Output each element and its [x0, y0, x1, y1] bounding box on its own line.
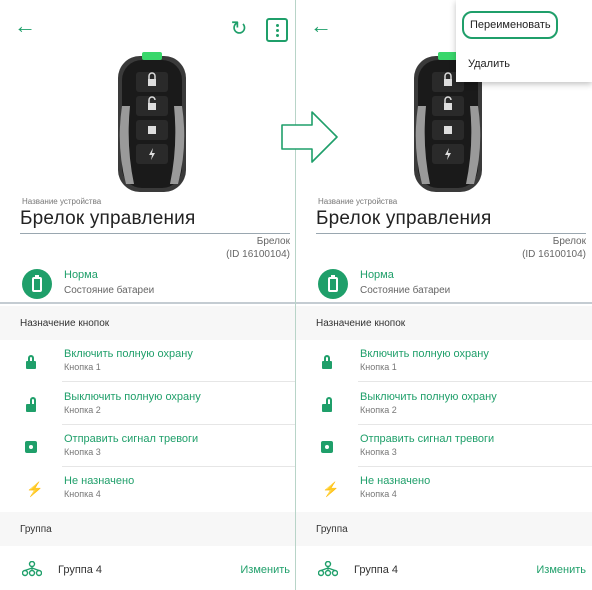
- group-section-header: Группа: [0, 512, 296, 546]
- edit-group-button[interactable]: Изменить: [536, 564, 586, 576]
- group-name: Группа 4: [354, 564, 399, 576]
- group-icon: [22, 561, 42, 577]
- back-arrow-icon[interactable]: ←: [14, 14, 42, 38]
- button-action-title: Выключить полную охрану: [64, 391, 201, 403]
- button-assignment-row[interactable]: ⚡ Не назначено Кнопка 4: [296, 467, 592, 509]
- device-name-field[interactable]: Брелок управления: [316, 208, 491, 230]
- battery-label: Состояние батареи: [360, 285, 451, 296]
- button-assignment-row[interactable]: Отправить сигнал тревоги Кнопка 3: [0, 425, 296, 467]
- more-menu-button[interactable]: [266, 18, 288, 42]
- device-name-caption: Название устройства: [318, 197, 398, 206]
- more-dot: [275, 33, 279, 37]
- name-underline: [20, 233, 290, 234]
- overflow-menu: Переименовать Удалить: [456, 0, 592, 82]
- lock-open-icon: [24, 397, 38, 413]
- button-assignment-row[interactable]: ⚡ Не назначено Кнопка 4: [0, 467, 296, 509]
- device-model: Брелок: [552, 236, 586, 247]
- button-action-title: Не назначено: [64, 475, 135, 487]
- divider: [0, 302, 296, 304]
- button-action-title: Отправить сигнал тревоги: [360, 433, 495, 445]
- lock-closed-icon: [24, 354, 38, 370]
- more-dot: [275, 23, 279, 27]
- button-number: Кнопка 3: [360, 447, 397, 457]
- divider: [296, 302, 592, 304]
- rename-menu-item[interactable]: Переименовать: [462, 11, 558, 39]
- device-name-caption: Название устройства: [22, 197, 102, 206]
- name-underline: [316, 233, 586, 234]
- button-number: Кнопка 4: [360, 489, 397, 499]
- arrow-right-outline-icon: [281, 111, 338, 163]
- button-action-title: Включить полную охрану: [360, 348, 489, 360]
- buttons-section-header: Назначение кнопок: [0, 306, 296, 340]
- row-divider: [62, 381, 296, 382]
- more-dot: [275, 28, 279, 32]
- button-number: Кнопка 3: [64, 447, 101, 457]
- group-icon: [318, 561, 338, 577]
- button-assignment-row[interactable]: Выключить полную охрану Кнопка 2: [296, 383, 592, 425]
- bolt-icon: ⚡: [322, 481, 340, 497]
- button-action-title: Включить полную охрану: [64, 348, 193, 360]
- battery-icon: [318, 269, 348, 299]
- screen-before: ← ↻ Название устройства Брелок управлени…: [0, 0, 296, 590]
- device-id: (ID 16100104): [522, 249, 586, 260]
- button-action-title: Не назначено: [360, 475, 431, 487]
- key-fob-image: [118, 52, 186, 192]
- lock-closed-icon: [320, 354, 334, 370]
- edit-group-button[interactable]: Изменить: [240, 564, 290, 576]
- group-row: Группа 4 Изменить: [0, 554, 296, 584]
- bolt-icon: ⚡: [26, 481, 44, 497]
- button-assignment-row[interactable]: Включить полную охрану Кнопка 1: [296, 340, 592, 382]
- alarm-icon: [320, 439, 334, 455]
- row-divider: [358, 381, 592, 382]
- back-arrow-icon[interactable]: ←: [310, 14, 338, 38]
- refresh-icon[interactable]: ↻: [228, 18, 250, 40]
- buttons-section-header: Назначение кнопок: [296, 306, 592, 340]
- button-assignment-row[interactable]: Выключить полную охрану Кнопка 2: [0, 383, 296, 425]
- button-assignment-row[interactable]: Отправить сигнал тревоги Кнопка 3: [296, 425, 592, 467]
- button-number: Кнопка 4: [64, 489, 101, 499]
- group-name: Группа 4: [58, 564, 103, 576]
- button-assignment-row[interactable]: Включить полную охрану Кнопка 1: [0, 340, 296, 382]
- device-id: (ID 16100104): [226, 249, 290, 260]
- button-number: Кнопка 2: [64, 405, 101, 415]
- button-number: Кнопка 1: [64, 362, 101, 372]
- group-row: Группа 4 Изменить: [296, 554, 592, 584]
- device-name-field[interactable]: Брелок управления: [20, 208, 195, 230]
- screen-after: ← Название устройства Брелок управления …: [296, 0, 592, 590]
- button-action-title: Отправить сигнал тревоги: [64, 433, 199, 445]
- battery-status: Норма: [360, 269, 394, 281]
- battery-label: Состояние батареи: [64, 285, 155, 296]
- lock-open-icon: [320, 397, 334, 413]
- button-number: Кнопка 2: [360, 405, 397, 415]
- group-section-header: Группа: [296, 512, 592, 546]
- battery-status: Норма: [64, 269, 98, 281]
- button-action-title: Выключить полную охрану: [360, 391, 497, 403]
- delete-menu-item[interactable]: Удалить: [468, 58, 510, 70]
- button-number: Кнопка 1: [360, 362, 397, 372]
- device-model: Брелок: [256, 236, 290, 247]
- alarm-icon: [24, 439, 38, 455]
- battery-icon: [22, 269, 52, 299]
